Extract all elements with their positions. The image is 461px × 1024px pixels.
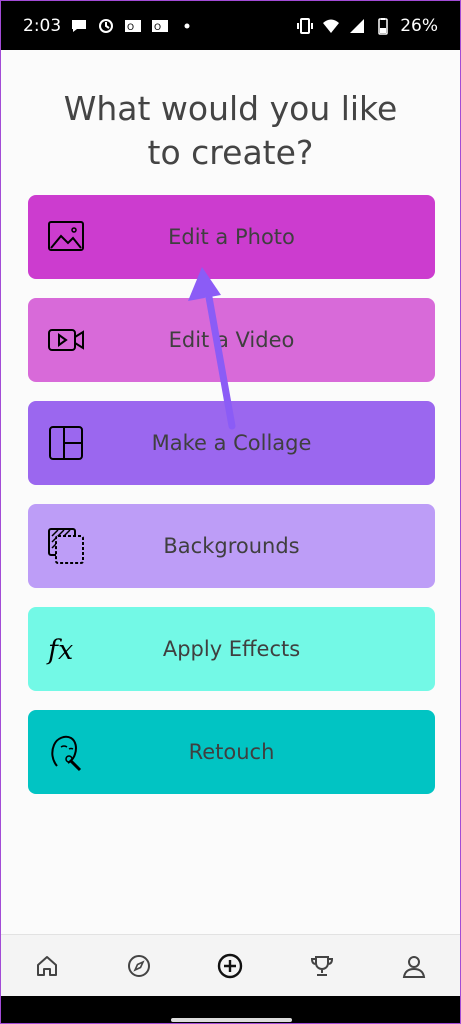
fx-icon: fx	[46, 635, 73, 666]
dot-icon	[184, 23, 190, 29]
backgrounds-label: Backgrounds	[163, 534, 300, 558]
vibrate-icon	[297, 18, 314, 34]
retouch-label: Retouch	[188, 740, 275, 764]
nav-profile[interactable]	[384, 936, 444, 996]
nav-explore[interactable]	[109, 936, 169, 996]
signal-icon	[350, 19, 365, 33]
trophy-icon	[311, 956, 334, 976]
nav-home[interactable]	[17, 936, 77, 996]
page-title: What would you like to create?	[63, 89, 398, 172]
make-collage-button[interactable]: Make a Collage	[28, 401, 435, 485]
add-circle-icon	[218, 953, 243, 979]
status-bar: 2:03 O O 26%	[1, 1, 460, 50]
video-camera-icon	[48, 329, 84, 351]
edit-photo-label: Edit a Photo	[168, 225, 295, 249]
collage-icon	[49, 426, 83, 460]
edit-photo-button[interactable]: Edit a Photo	[28, 195, 435, 279]
bottom-navigation	[1, 934, 460, 997]
battery-icon	[378, 18, 388, 35]
retouch-icon	[51, 735, 82, 772]
home-indicator[interactable]	[171, 1018, 292, 1022]
svg-text:O: O	[154, 23, 161, 33]
wifi-icon	[323, 19, 340, 33]
make-collage-label: Make a Collage	[151, 431, 312, 455]
nav-create[interactable]	[200, 936, 260, 996]
outlook-icon: O	[152, 20, 169, 33]
apply-effects-label: Apply Effects	[162, 637, 301, 661]
edit-video-label: Edit a Video	[168, 328, 295, 352]
profile-icon	[402, 956, 426, 978]
backgrounds-button[interactable]: Backgrounds	[28, 504, 435, 588]
sync-icon	[99, 19, 114, 33]
compass-icon	[127, 955, 150, 977]
app-screen: 2:03 O O 26% What would you like to crea…	[0, 0, 461, 1024]
svg-text:O: O	[127, 23, 134, 33]
svg-text:fx: fx	[46, 635, 73, 666]
apply-effects-button[interactable]: fx Apply Effects	[28, 607, 435, 691]
battery-level: 26%	[400, 16, 438, 36]
edit-video-button[interactable]: Edit a Video	[28, 298, 435, 382]
retouch-button[interactable]: Retouch	[28, 710, 435, 794]
message-icon	[72, 20, 87, 32]
gesture-bar	[1, 996, 460, 1023]
outlook-icon: O	[125, 20, 142, 33]
status-time: 2:03	[23, 16, 62, 36]
backgrounds-icon	[48, 528, 84, 564]
photo-icon	[48, 221, 84, 251]
nav-challenges[interactable]	[292, 936, 352, 996]
home-icon	[36, 956, 57, 976]
